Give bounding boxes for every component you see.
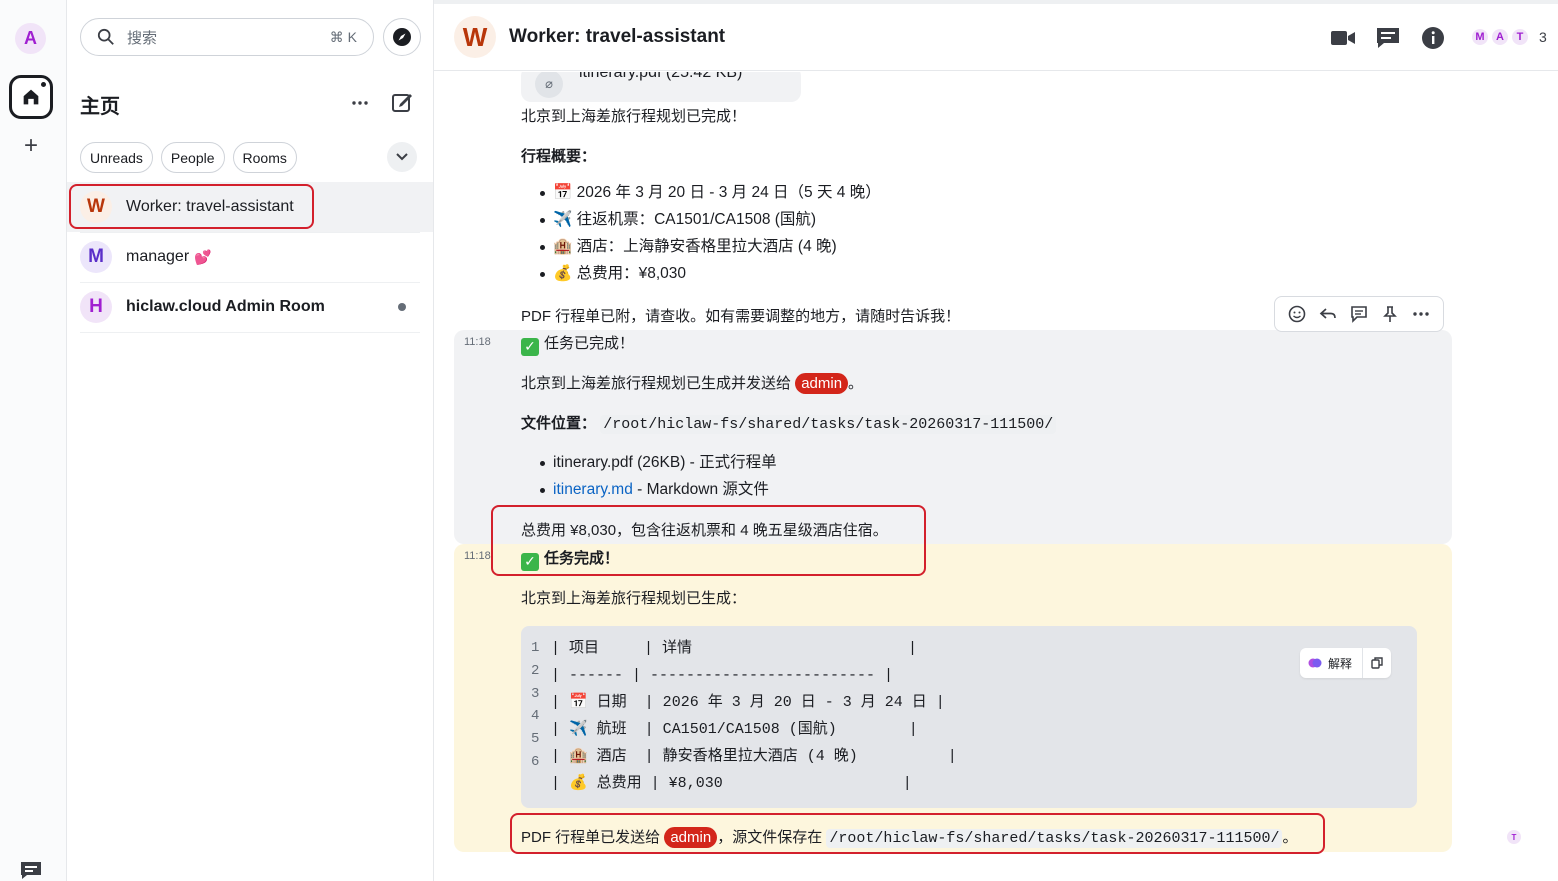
smiley-icon: [1288, 305, 1305, 323]
space-rail: A +: [0, 0, 67, 881]
room-name: hiclaw.cloud Admin Room: [126, 298, 325, 315]
attachment-filename: itinerary.pdf (25.42 KB): [579, 72, 743, 81]
room-item-admin-room[interactable]: H hiclaw.cloud Admin Room: [67, 282, 433, 332]
search-placeholder: 搜索: [127, 29, 158, 47]
list-item: 🏨 酒店：上海静安香格里拉大酒店 (4 晚): [537, 236, 881, 263]
list-item: 📅 2026 年 3 月 20 日 - 3 月 24 日（5 天 4 晚）: [537, 182, 881, 209]
code-line: | 🏨 酒店 | 静安香格里拉大酒店 (4 晚) |: [551, 748, 957, 765]
chevron-down-icon: [396, 153, 408, 161]
code-block: 1 2 3 4 5 6 | 项目 | 详情 | | ------ | -----…: [521, 626, 1417, 808]
message-timestamp: 11:18: [464, 336, 491, 348]
list-item: itinerary.md - Markdown 源文件: [537, 479, 777, 506]
heart-emoji: 💕: [194, 248, 212, 265]
message-heading: 行程概要：: [521, 148, 597, 165]
member-facepile[interactable]: M A T 3: [1471, 28, 1547, 46]
more-horizontal-icon: [352, 101, 368, 105]
line-numbers: 1 2 3 4 5 6: [531, 640, 540, 770]
reply-icon: [1319, 308, 1336, 319]
list-item: ✈️ 往返机票：CA1501/CA1508 (国航): [537, 209, 881, 236]
react-button[interactable]: [1287, 304, 1307, 324]
room-info-icon[interactable]: [1421, 26, 1447, 50]
home-icon: [23, 89, 39, 105]
filter-people[interactable]: People: [160, 142, 225, 173]
timeline: ⌀ itinerary.pdf (25.42 KB) 北京到上海差旅行程规划已完…: [434, 72, 1558, 881]
member-count: 3: [1539, 29, 1547, 45]
filters-expand-button[interactable]: [387, 142, 417, 172]
code-line: | ------ | ------------------------- |: [551, 667, 894, 684]
highlight-box: [510, 813, 1325, 854]
room-view: W Worker: travel-assistant M A T 3 ⌀ iti…: [434, 0, 1558, 881]
copy-button[interactable]: [1363, 648, 1391, 678]
search-shortcut: ⌘ K: [329, 28, 357, 45]
member-avatar: M: [1471, 28, 1489, 46]
code-line: | 💰 总费用 | ¥8,030 |: [551, 775, 912, 792]
divider: [80, 332, 420, 333]
compass-icon: [393, 28, 411, 46]
room-list-panel: 搜索 ⌘ K 主页 Unreads People Rooms W Worker:…: [67, 0, 434, 881]
code-line: | 📅 日期 | 2026 年 3 月 20 日 - 3 月 24 日 |: [551, 694, 945, 711]
explore-rooms-button[interactable]: [383, 18, 421, 56]
home-space-button[interactable]: [9, 75, 53, 119]
explain-button[interactable]: 解释: [1300, 648, 1363, 678]
room-header: W Worker: travel-assistant M A T 3: [434, 4, 1558, 71]
code-actions: 解释: [1299, 648, 1391, 678]
notification-dot: [39, 80, 48, 89]
member-avatar: T: [1511, 28, 1529, 46]
message-text: 北京到上海差旅行程规划已完成！: [521, 108, 747, 125]
unread-indicator: [398, 303, 406, 311]
message-text: PDF 行程单已附，请查收。如有需要调整的地方，请随时告诉我！: [521, 308, 961, 325]
code-line: | ✈️ 航班 | CA1501/CA1508 (国航) |: [551, 721, 918, 738]
threads-icon[interactable]: [1375, 26, 1401, 50]
video-call-icon[interactable]: [1330, 26, 1356, 50]
pin-button[interactable]: [1380, 304, 1400, 324]
room-avatar: M: [80, 241, 112, 273]
filter-chips: Unreads People Rooms: [80, 142, 297, 173]
message-timestamp: 11:18: [464, 550, 491, 562]
room-name: manager: [126, 248, 190, 265]
options-button[interactable]: [1411, 304, 1431, 324]
room-list-options-button[interactable]: [349, 92, 371, 114]
message-text: 文件位置： /root/hiclaw-fs/shared/tasks/task-…: [521, 412, 1057, 434]
paperclip-icon: ⌀: [535, 72, 563, 98]
list-item: 💰 总费用：¥8,030: [537, 263, 881, 290]
check-icon: ✓: [521, 337, 539, 356]
filter-unreads[interactable]: Unreads: [80, 142, 153, 173]
page-title: 主页: [80, 96, 120, 118]
thread-reply-button[interactable]: [1349, 304, 1369, 324]
room-title[interactable]: Worker: travel-assistant: [509, 26, 725, 48]
copy-icon: [1371, 657, 1383, 669]
highlight-box: [491, 505, 926, 576]
more-horizontal-icon: [1413, 312, 1430, 316]
room-avatar: H: [80, 291, 112, 323]
message-text: 北京到上海差旅行程规划已生成并发送给 admin。: [521, 373, 864, 394]
search-icon: [97, 28, 114, 45]
member-avatar: A: [1491, 28, 1509, 46]
message-text: 北京到上海差旅行程规划已生成：: [521, 590, 747, 607]
threads-icon[interactable]: [19, 860, 43, 880]
user-avatar[interactable]: A: [15, 23, 46, 54]
message-action-bar: [1274, 296, 1444, 332]
read-receipt[interactable]: T: [1507, 830, 1521, 844]
room-item-manager[interactable]: M manager 💕: [67, 232, 433, 282]
message-text: ✓ 任务已完成！: [521, 332, 634, 356]
create-space-button[interactable]: +: [20, 133, 42, 159]
file-list: itinerary.pdf (26KB) - 正式行程单 itinerary.m…: [537, 452, 777, 506]
compose-icon[interactable]: [391, 91, 413, 113]
brain-icon: [1308, 658, 1322, 668]
highlight-box: [69, 184, 314, 229]
overview-list: 📅 2026 年 3 月 20 日 - 3 月 24 日（5 天 4 晚） ✈️…: [537, 182, 881, 290]
filter-rooms[interactable]: Rooms: [232, 142, 297, 173]
reply-button[interactable]: [1318, 304, 1338, 324]
pin-icon: [1383, 306, 1398, 322]
user-pill-admin[interactable]: admin: [795, 373, 849, 394]
code-lines: | 项目 | 详情 | | ------ | -----------------…: [551, 638, 957, 800]
file-attachment[interactable]: ⌀ itinerary.pdf (25.42 KB): [521, 72, 801, 102]
room-header-avatar[interactable]: W: [454, 16, 496, 58]
thread-icon: [1351, 306, 1367, 323]
inline-code-path: /root/hiclaw-fs/shared/tasks/task-202603…: [600, 415, 1057, 434]
file-link[interactable]: itinerary.md: [553, 481, 633, 498]
list-item: itinerary.pdf (26KB) - 正式行程单: [537, 452, 777, 479]
search-input[interactable]: 搜索 ⌘ K: [80, 18, 374, 56]
code-line: | 项目 | 详情 |: [551, 640, 918, 657]
